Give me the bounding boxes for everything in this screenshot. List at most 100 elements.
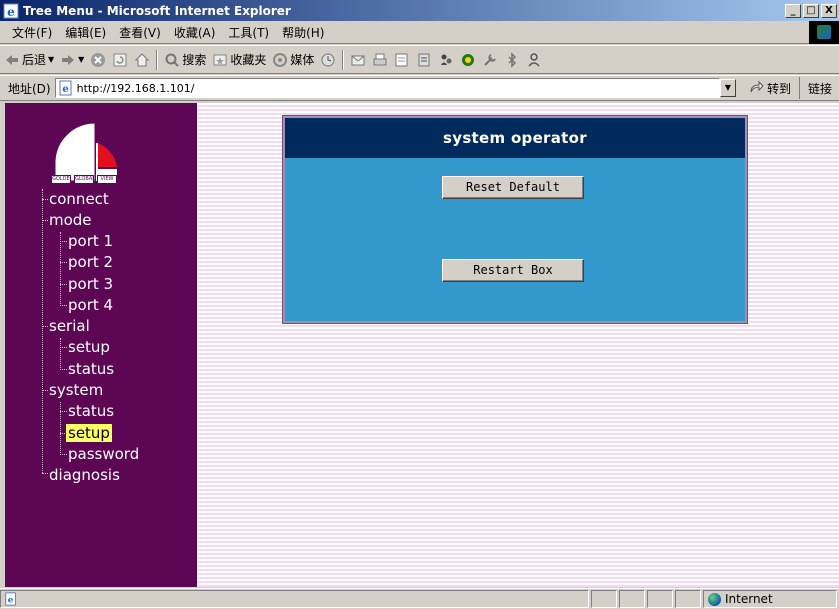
research-icon[interactable]	[460, 52, 476, 68]
menu-favorites[interactable]: 收藏(A)	[168, 24, 223, 41]
svg-text:e: e	[7, 5, 15, 19]
bluetooth-icon[interactable]	[504, 51, 520, 68]
home-icon[interactable]	[134, 52, 150, 68]
favorites-button[interactable]: 收藏夹	[212, 51, 266, 68]
tree-item-mode[interactable]: mode	[42, 210, 94, 231]
logo-caption: GOLDEN GLOBAL VIEW	[51, 175, 117, 184]
media-button[interactable]: 媒体	[272, 51, 314, 68]
toolbar: 后退 ▼ ▼ 搜索 收藏夹 媒体	[0, 45, 839, 74]
panel-title: system operator	[285, 118, 745, 158]
menu-help[interactable]: 帮助(H)	[276, 24, 331, 41]
refresh-icon[interactable]	[112, 52, 128, 68]
tree-item-system-setup[interactable]: setup	[60, 423, 112, 444]
favorites-icon	[213, 54, 227, 65]
logo-text: GOLDEN	[51, 175, 71, 184]
tree-item-system[interactable]: system	[42, 380, 105, 401]
tree-item-label: system	[49, 381, 104, 399]
tree-item-serial-status[interactable]: status	[60, 359, 116, 380]
tree-menu-frame: GOLDEN GLOBAL VIEW connect mode port 1 p…	[5, 103, 197, 587]
tree-item-connect[interactable]: connect	[42, 189, 111, 210]
edit-icon[interactable]	[394, 52, 410, 68]
back-label: 后退	[22, 53, 47, 67]
tree-item-label: status	[68, 360, 115, 378]
close-button[interactable]: X	[821, 3, 837, 18]
status-cell	[675, 590, 701, 608]
page-status-icon: e	[5, 592, 16, 606]
forward-button[interactable]: ▼	[60, 52, 84, 68]
reset-default-button[interactable]: Reset Default	[442, 176, 584, 199]
forward-arrow-icon	[62, 54, 75, 65]
user-icon[interactable]	[526, 52, 542, 68]
address-label: 地址(D)	[8, 81, 51, 96]
tree-item-label: setup	[68, 338, 110, 356]
back-button[interactable]: 后退 ▼	[4, 51, 54, 68]
discuss-icon[interactable]	[416, 52, 432, 68]
go-label: 转到	[766, 81, 791, 96]
messenger-icon[interactable]	[438, 52, 454, 68]
toolbar-separator	[156, 49, 159, 70]
go-button[interactable]: 转到	[744, 80, 799, 97]
address-input[interactable]: e http://192.168.1.101/	[54, 78, 720, 98]
tree-item-port-1[interactable]: port 1	[60, 231, 115, 252]
minimize-button[interactable]: _	[785, 3, 801, 18]
go-arrow-icon	[750, 80, 764, 93]
address-url: http://192.168.1.101/	[76, 81, 195, 95]
tools-icon[interactable]	[482, 52, 498, 68]
ie-icon: e	[3, 3, 19, 19]
restart-box-button[interactable]: Restart Box	[442, 259, 584, 282]
menu-bar: 文件(F) 编辑(E) 查看(V) 收藏(A) 工具(T) 帮助(H)	[0, 21, 839, 44]
media-icon	[273, 52, 288, 67]
tree-item-serial-setup[interactable]: setup	[60, 337, 112, 358]
history-icon[interactable]	[320, 52, 336, 68]
address-dropdown-button[interactable]: ▼	[719, 79, 736, 97]
tree-item-diagnosis[interactable]: diagnosis	[42, 465, 122, 486]
print-icon[interactable]	[372, 52, 388, 68]
search-icon	[165, 53, 180, 67]
menu-tools[interactable]: 工具(T)	[222, 24, 276, 41]
tree-item-label: password	[68, 445, 140, 463]
tree-item-port-3[interactable]: port 3	[60, 274, 115, 295]
menu-file[interactable]: 文件(F)	[0, 24, 59, 41]
logo-text: GLOBAL	[74, 175, 94, 184]
security-zone: Internet	[703, 590, 837, 608]
status-cell	[647, 590, 673, 608]
dropdown-arrow-icon: ▼	[78, 55, 85, 64]
logo-text: VIEW	[97, 175, 117, 184]
tree-item-serial[interactable]: serial	[42, 316, 92, 337]
mail-icon[interactable]	[350, 52, 366, 68]
tree-item-label: status	[68, 402, 115, 420]
toolbar-separator	[342, 49, 345, 70]
svg-text:e: e	[8, 596, 14, 606]
tree-item-label: port 4	[68, 296, 114, 314]
page-icon: e	[59, 80, 72, 96]
tree-item-label: serial	[49, 317, 90, 335]
svg-text:e: e	[62, 84, 68, 95]
tree-item-port-2[interactable]: port 2	[60, 252, 115, 273]
stop-icon[interactable]	[90, 52, 106, 68]
menu-view[interactable]: 查看(V)	[113, 24, 168, 41]
tree-item-label: port 1	[68, 232, 114, 250]
tree-item-label: mode	[49, 211, 92, 229]
internet-globe-icon	[708, 592, 721, 606]
back-arrow-icon	[6, 54, 18, 65]
status-cell	[591, 590, 617, 608]
tree-item-label: port 3	[68, 275, 114, 293]
favorites-label: 收藏夹	[230, 53, 267, 67]
status-text-area: e	[0, 590, 589, 608]
links-label: 链接	[808, 81, 833, 96]
tree-item-label: diagnosis	[49, 466, 120, 484]
search-button[interactable]: 搜索	[164, 51, 206, 68]
status-bar: e Internet	[0, 588, 839, 609]
status-cell	[619, 590, 645, 608]
tree-item-label: connect	[49, 190, 109, 208]
address-bar: 地址(D) e http://192.168.1.101/ ▼ 转到 链接	[0, 75, 839, 101]
tree-item-port-4[interactable]: port 4	[60, 295, 115, 316]
page-viewport: GOLDEN GLOBAL VIEW connect mode port 1 p…	[5, 103, 839, 587]
maximize-button[interactable]: □	[803, 3, 819, 18]
menu-edit[interactable]: 编辑(E)	[59, 24, 113, 41]
zone-label: Internet	[725, 592, 773, 606]
tree-item-password[interactable]: password	[60, 444, 141, 465]
tree-item-system-status[interactable]: status	[60, 401, 116, 422]
system-operator-panel: system operator Reset Default Restart Bo…	[283, 116, 747, 323]
links-button[interactable]: 链接	[799, 77, 839, 99]
